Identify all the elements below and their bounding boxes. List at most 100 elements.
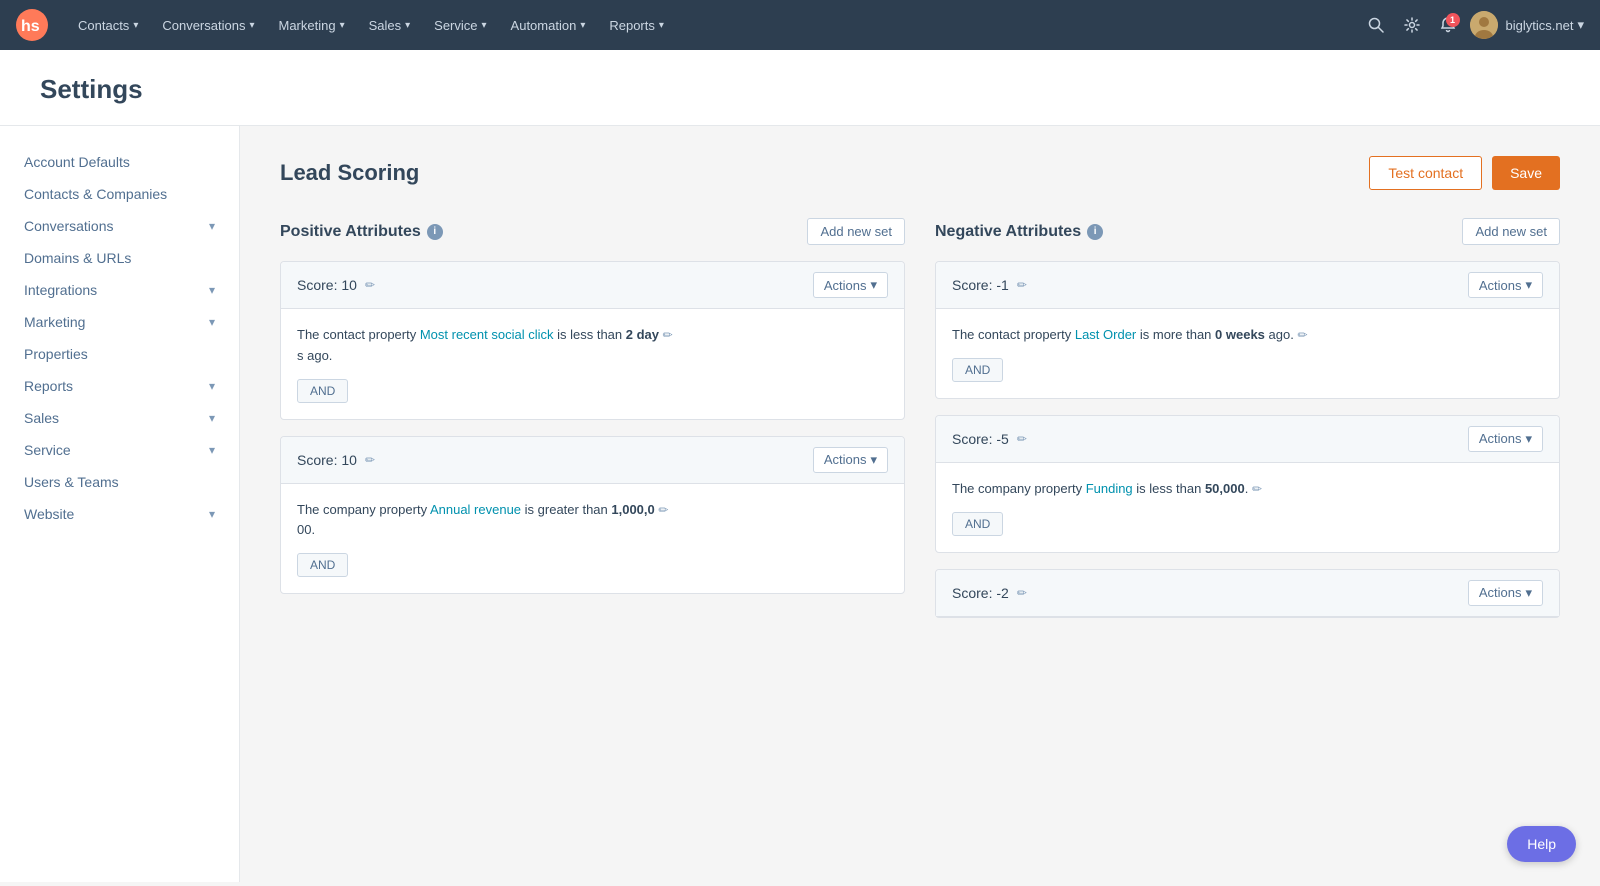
sidebar-item-account-defaults[interactable]: Account Defaults bbox=[0, 146, 239, 178]
content-header: Lead Scoring Test contact Save bbox=[280, 156, 1560, 190]
positive-column-header: Positive Attributes i Add new set bbox=[280, 218, 905, 245]
avatar[interactable] bbox=[1470, 11, 1498, 39]
chevron-down-icon: ▾ bbox=[209, 283, 215, 297]
chevron-down-icon: ▾ bbox=[482, 20, 487, 31]
negative-condition-2: The company property Funding is less tha… bbox=[952, 479, 1543, 500]
nav-right: 1 biglytics.net ▾ bbox=[1362, 11, 1584, 39]
edit-neg-condition-1-icon[interactable]: ✏ bbox=[1297, 328, 1307, 342]
edit-neg-condition-2-icon[interactable]: ✏ bbox=[1252, 482, 1262, 496]
negative-score-card-2-header: Score: -5 ✏ Actions ▾ bbox=[936, 416, 1559, 463]
sidebar-item-contacts-companies[interactable]: Contacts & Companies bbox=[0, 178, 239, 210]
negative-score-3-label: Score: -2 ✏ bbox=[952, 585, 1027, 601]
info-icon[interactable]: i bbox=[427, 224, 443, 240]
chevron-down-icon: ▾ bbox=[209, 507, 215, 521]
chevron-down-icon: ▾ bbox=[249, 20, 254, 31]
nav-contacts[interactable]: Contacts ▾ bbox=[68, 12, 148, 39]
svg-text:hs: hs bbox=[21, 18, 40, 35]
chevron-down-icon: ▾ bbox=[405, 20, 410, 31]
chevron-down-icon: ▾ bbox=[870, 277, 877, 293]
negative-and-1-button[interactable]: AND bbox=[952, 358, 1003, 382]
account-name[interactable]: biglytics.net ▾ bbox=[1506, 17, 1584, 33]
chevron-down-icon: ▾ bbox=[1525, 431, 1532, 447]
negative-score-1-label: Score: -1 ✏ bbox=[952, 277, 1027, 293]
negative-condition-1: The contact property Last Order is more … bbox=[952, 325, 1543, 346]
positive-score-card-2-body: The company property Annual revenue is g… bbox=[281, 484, 904, 594]
edit-neg-score-2-icon[interactable]: ✏ bbox=[1017, 432, 1027, 446]
sidebar-item-website[interactable]: Website ▾ bbox=[0, 498, 239, 530]
page-wrapper: Settings Account Defaults Contacts & Com… bbox=[0, 50, 1600, 882]
sidebar-item-properties[interactable]: Properties bbox=[0, 338, 239, 370]
chevron-down-icon: ▾ bbox=[133, 20, 138, 31]
content-title: Lead Scoring bbox=[280, 160, 419, 186]
negative-score-card-3: Score: -2 ✏ Actions ▾ bbox=[935, 569, 1560, 618]
search-button[interactable] bbox=[1362, 11, 1390, 39]
save-button[interactable]: Save bbox=[1492, 156, 1560, 190]
hubspot-logo[interactable]: hs bbox=[16, 9, 48, 41]
top-navigation: hs Contacts ▾ Conversations ▾ Marketing … bbox=[0, 0, 1600, 50]
positive-condition-2: The company property Annual revenue is g… bbox=[297, 500, 888, 542]
nav-automation[interactable]: Automation ▾ bbox=[501, 12, 596, 39]
nav-items: Contacts ▾ Conversations ▾ Marketing ▾ S… bbox=[68, 12, 1362, 39]
test-contact-button[interactable]: Test contact bbox=[1369, 156, 1482, 190]
edit-score-1-icon[interactable]: ✏ bbox=[365, 278, 375, 292]
chevron-down-icon: ▾ bbox=[1577, 17, 1584, 33]
edit-condition-1-icon[interactable]: ✏ bbox=[663, 328, 673, 342]
positive-score-1-label: Score: 10 ✏ bbox=[297, 277, 375, 293]
negative-and-2-button[interactable]: AND bbox=[952, 512, 1003, 536]
positive-score-card-2-header: Score: 10 ✏ Actions ▾ bbox=[281, 437, 904, 484]
edit-neg-score-1-icon[interactable]: ✏ bbox=[1017, 278, 1027, 292]
edit-condition-2-icon[interactable]: ✏ bbox=[658, 503, 668, 517]
negative-score-2-actions-button[interactable]: Actions ▾ bbox=[1468, 426, 1543, 452]
negative-score-2-label: Score: -5 ✏ bbox=[952, 431, 1027, 447]
settings-sidebar: Account Defaults Contacts & Companies Co… bbox=[0, 126, 240, 882]
sidebar-item-integrations[interactable]: Integrations ▾ bbox=[0, 274, 239, 306]
nav-marketing[interactable]: Marketing ▾ bbox=[268, 12, 354, 39]
main-content: Lead Scoring Test contact Save Positive … bbox=[240, 126, 1600, 882]
negative-attributes-column: Negative Attributes i Add new set Score:… bbox=[935, 218, 1560, 634]
edit-neg-score-3-icon[interactable]: ✏ bbox=[1017, 586, 1027, 600]
edit-score-2-icon[interactable]: ✏ bbox=[365, 453, 375, 467]
positive-score-card-1-header: Score: 10 ✏ Actions ▾ bbox=[281, 262, 904, 309]
attributes-grid: Positive Attributes i Add new set Score:… bbox=[280, 218, 1560, 634]
negative-score-3-actions-button[interactable]: Actions ▾ bbox=[1468, 580, 1543, 606]
sidebar-item-conversations[interactable]: Conversations ▾ bbox=[0, 210, 239, 242]
nav-conversations[interactable]: Conversations ▾ bbox=[152, 12, 264, 39]
page-header: Settings bbox=[0, 50, 1600, 126]
positive-and-1-button[interactable]: AND bbox=[297, 379, 348, 403]
positive-score-card-1-body: The contact property Most recent social … bbox=[281, 309, 904, 419]
notifications-button[interactable]: 1 bbox=[1434, 11, 1462, 39]
positive-score-1-actions-button[interactable]: Actions ▾ bbox=[813, 272, 888, 298]
nav-sales[interactable]: Sales ▾ bbox=[359, 12, 421, 39]
condition-1-link[interactable]: Most recent social click bbox=[420, 327, 554, 342]
sidebar-item-service[interactable]: Service ▾ bbox=[0, 434, 239, 466]
positive-score-card-1: Score: 10 ✏ Actions ▾ The contact proper… bbox=[280, 261, 905, 420]
info-icon[interactable]: i bbox=[1087, 224, 1103, 240]
positive-and-2-button[interactable]: AND bbox=[297, 553, 348, 577]
negative-add-new-set-button[interactable]: Add new set bbox=[1462, 218, 1560, 245]
neg-condition-2-link[interactable]: Funding bbox=[1086, 481, 1133, 496]
positive-score-2-label: Score: 10 ✏ bbox=[297, 452, 375, 468]
sidebar-item-users-teams[interactable]: Users & Teams bbox=[0, 466, 239, 498]
negative-score-card-1-body: The contact property Last Order is more … bbox=[936, 309, 1559, 398]
nav-reports[interactable]: Reports ▾ bbox=[599, 12, 674, 39]
condition-2-link[interactable]: Annual revenue bbox=[430, 502, 521, 517]
nav-service[interactable]: Service ▾ bbox=[424, 12, 496, 39]
positive-attributes-column: Positive Attributes i Add new set Score:… bbox=[280, 218, 905, 634]
settings-button[interactable] bbox=[1398, 11, 1426, 39]
negative-score-1-actions-button[interactable]: Actions ▾ bbox=[1468, 272, 1543, 298]
positive-score-2-actions-button[interactable]: Actions ▾ bbox=[813, 447, 888, 473]
chevron-down-icon: ▾ bbox=[209, 443, 215, 457]
chevron-down-icon: ▾ bbox=[340, 20, 345, 31]
chevron-down-icon: ▾ bbox=[209, 411, 215, 425]
chevron-down-icon: ▾ bbox=[209, 379, 215, 393]
sidebar-item-domains-urls[interactable]: Domains & URLs bbox=[0, 242, 239, 274]
chevron-down-icon: ▾ bbox=[1525, 585, 1532, 601]
neg-condition-1-link[interactable]: Last Order bbox=[1075, 327, 1136, 342]
negative-score-card-1-header: Score: -1 ✏ Actions ▾ bbox=[936, 262, 1559, 309]
positive-add-new-set-button[interactable]: Add new set bbox=[807, 218, 905, 245]
help-button[interactable]: Help bbox=[1507, 826, 1576, 862]
sidebar-item-marketing[interactable]: Marketing ▾ bbox=[0, 306, 239, 338]
sidebar-item-reports[interactable]: Reports ▾ bbox=[0, 370, 239, 402]
positive-condition-1: The contact property Most recent social … bbox=[297, 325, 888, 367]
sidebar-item-sales[interactable]: Sales ▾ bbox=[0, 402, 239, 434]
